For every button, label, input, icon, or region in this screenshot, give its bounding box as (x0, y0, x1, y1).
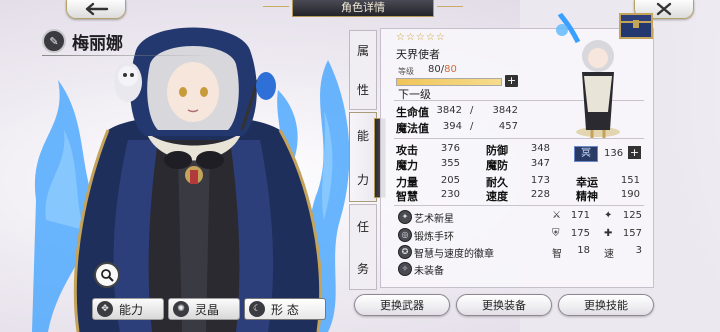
equipment-stat: 3 (635, 245, 642, 256)
defense-icon: ⛨ (552, 228, 560, 239)
ability-icon: ✥ (97, 301, 113, 317)
equipment-stat: 125 (622, 210, 642, 221)
stat-attack-value: 376 (440, 143, 460, 154)
mp-current: 394 (442, 121, 462, 132)
side-tab-char: 力 (356, 172, 369, 187)
mp-sep: / (470, 121, 474, 132)
equipment-stat: 175 (570, 228, 590, 239)
tab-form[interactable]: ☾ 形 态 (244, 298, 326, 320)
rank-value: 136 (604, 148, 624, 159)
speed-symbol: 速 (604, 249, 614, 260)
wisdom-symbol: 智 (552, 249, 562, 260)
level-max: 80 (444, 64, 457, 75)
hp-max: 3842 (492, 105, 518, 116)
stat-magic-defense-value: 347 (530, 158, 550, 169)
hp-sep: / (470, 105, 474, 116)
back-button[interactable] (66, 0, 126, 19)
zoom-portrait-button[interactable] (94, 262, 120, 288)
side-tab-char: 属 (356, 44, 369, 58)
stat-magic-label: 魔力 (396, 159, 418, 172)
equipment-name[interactable]: 锻炼手环 (414, 228, 454, 243)
badge-icon: ✪ (398, 245, 412, 259)
level-progress-fill (397, 79, 501, 85)
stat-spirit-label: 精神 (576, 190, 598, 203)
side-tab-quests[interactable]: 任 务 (349, 204, 377, 290)
page-title: 角色详情 (263, 0, 463, 17)
stat-speed-value: 228 (530, 189, 550, 200)
equipment-name[interactable]: 艺术新星 (414, 210, 454, 225)
tab-ability[interactable]: ✥ 能力 (92, 298, 164, 320)
stat-magic-value: 355 (440, 158, 460, 169)
stat-magic-defense-label: 魔防 (486, 159, 508, 172)
stat-luck-value: 151 (620, 175, 640, 186)
tab-label: 形 态 (271, 302, 299, 317)
tab-spirit-crystal[interactable]: ✺ 灵晶 (168, 298, 240, 320)
mp-label: 魔法值 (396, 122, 429, 135)
side-tab-char: 性 (356, 83, 369, 97)
level-label: 等级 (398, 67, 414, 76)
magic-defense-icon: ✚ (604, 228, 613, 239)
stat-speed-label: 速度 (486, 190, 508, 203)
equipment-stat: 157 (622, 228, 642, 239)
level-up-button[interactable]: + (505, 75, 518, 87)
owl-companion (114, 62, 142, 102)
side-tab-attributes[interactable]: 属 性 (349, 30, 377, 110)
equipment-stat: 171 (570, 210, 590, 221)
character-name-block: ✎ 梅丽娜 (42, 29, 123, 54)
magnifier-icon (101, 269, 114, 282)
side-tab-char: 务 (356, 261, 369, 276)
equipment-name[interactable]: 智慧与速度的徽章 (414, 245, 494, 260)
hp-label: 生命值 (396, 106, 429, 119)
form-icon: ☾ (249, 301, 265, 317)
change-weapon-button[interactable]: 更换武器 (354, 294, 450, 316)
level-progress-bar (396, 78, 502, 86)
stat-defense-label: 防御 (486, 144, 508, 157)
magic-icon: ✦ (604, 210, 613, 221)
divider (394, 205, 644, 206)
rarity-stars: ☆☆☆☆☆ (396, 32, 446, 43)
side-tab-char: 能 (356, 128, 369, 143)
side-tab-char: 任 (356, 219, 369, 234)
stat-endurance-value: 173 (530, 175, 550, 186)
tab-label: 灵晶 (195, 302, 220, 317)
hp-current: 3842 (436, 105, 462, 116)
rank-badge: 冥 (574, 146, 598, 162)
equipment-stat: 18 (577, 245, 590, 256)
stat-spirit-value: 190 (620, 189, 640, 200)
stat-wisdom-value: 230 (440, 189, 460, 200)
level-current: 80 (428, 64, 441, 75)
arrow-left-icon (85, 2, 109, 16)
equipment-name[interactable]: 未装备 (414, 262, 444, 277)
bracelet-icon: ◎ (398, 228, 412, 242)
change-skill-button[interactable]: 更换技能 (558, 294, 654, 316)
attack-icon: ⚔ (552, 210, 561, 221)
mp-max: 457 (498, 121, 518, 132)
stat-strength-value: 205 (440, 175, 460, 186)
level-value: 80/80 (428, 64, 457, 75)
name-underline (42, 55, 212, 56)
empty-slot-icon: ✧ (398, 262, 412, 276)
tab-label: 能力 (119, 302, 144, 317)
class-emblem-icon: ✎ (42, 29, 66, 53)
class-name: 天界使者 (396, 48, 440, 61)
character-name: 梅丽娜 (72, 33, 123, 54)
accessory-icon: ✦ (398, 210, 412, 224)
character-portrait (32, 27, 350, 332)
side-tab-abilities[interactable]: 能 力 (349, 112, 377, 202)
stat-defense-value: 348 (530, 143, 550, 154)
change-equipment-button[interactable]: 更换装备 (456, 294, 552, 316)
treasure-chest-icon (619, 13, 653, 39)
stat-wisdom-label: 智慧 (396, 190, 418, 203)
rank-up-button[interactable]: + (628, 146, 641, 159)
stat-attack-label: 攻击 (396, 144, 418, 157)
crystal-icon: ✺ (173, 301, 189, 317)
